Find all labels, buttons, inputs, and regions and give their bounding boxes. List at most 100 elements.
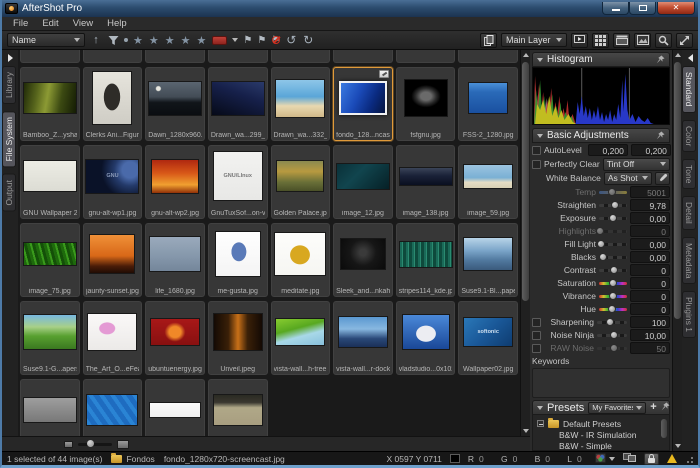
scroll-down-icon[interactable] bbox=[675, 444, 681, 448]
menu-item-help[interactable]: Help bbox=[100, 18, 134, 29]
zoom-icon[interactable] bbox=[655, 33, 672, 48]
presets-header[interactable]: Presets My Favorites + bbox=[532, 400, 670, 415]
tab-standard[interactable]: Standard bbox=[682, 66, 696, 113]
thumbnail-cell[interactable]: jaunty-sunset.jpg bbox=[83, 223, 143, 297]
white-balance-select[interactable]: As Shot bbox=[604, 172, 652, 185]
thumbnail-cell[interactable] bbox=[20, 379, 80, 436]
contrast-slider[interactable] bbox=[599, 269, 627, 272]
thumbnail-cell[interactable]: Suse9.1-Bl...papers.jpg bbox=[458, 223, 518, 297]
hue-slider[interactable] bbox=[599, 308, 627, 311]
blacks-value-field[interactable]: 0,00 bbox=[630, 251, 670, 263]
collapse-folder-icon[interactable] bbox=[537, 420, 544, 427]
exposure-slider[interactable] bbox=[599, 217, 627, 220]
small-thumbnails-icon[interactable] bbox=[64, 441, 73, 448]
straighten-slider[interactable] bbox=[599, 204, 627, 207]
saturation-slider[interactable] bbox=[599, 282, 627, 285]
tab-detail[interactable]: Detail bbox=[682, 196, 696, 230]
pin-icon[interactable] bbox=[661, 402, 670, 414]
fill-light-slider-knob[interactable] bbox=[597, 240, 605, 248]
raw-noise-slider[interactable] bbox=[597, 347, 627, 350]
thumbnail-cell[interactable] bbox=[145, 379, 205, 436]
grid-scrollbar[interactable] bbox=[520, 50, 530, 436]
autolevel-high-field[interactable]: 0,200 bbox=[631, 144, 671, 156]
eyedropper-button[interactable] bbox=[655, 172, 670, 185]
thumbnail-cell[interactable]: fondo_128...ncast.jpg bbox=[333, 67, 393, 141]
thumbnail-cell[interactable] bbox=[271, 50, 331, 63]
vibrance-value-field[interactable]: 0 bbox=[630, 290, 670, 302]
highlights-slider-knob[interactable] bbox=[596, 227, 604, 235]
collapse-section-icon[interactable] bbox=[537, 406, 543, 410]
menu-item-view[interactable]: View bbox=[66, 18, 100, 29]
menu-item-file[interactable]: File bbox=[6, 18, 35, 29]
thumbnail-cell[interactable] bbox=[83, 50, 143, 63]
thumbnail-cell[interactable]: stripes114_kde.jpg bbox=[396, 223, 456, 297]
star-rating-2[interactable]: ★ bbox=[149, 34, 160, 47]
presets-scroll-thumb[interactable] bbox=[661, 419, 667, 438]
close-button[interactable]: ✕ bbox=[657, 2, 695, 15]
thumbnail-cell[interactable] bbox=[396, 50, 456, 63]
tint-select[interactable]: Tint Off bbox=[603, 158, 670, 171]
exposure-value-field[interactable]: 0,00 bbox=[630, 212, 670, 224]
flag-reject-icon[interactable]: ⚑ bbox=[271, 35, 280, 46]
thumbnail-cell[interactable]: Drawn_wa...299_.jpg bbox=[208, 67, 268, 141]
thumbnail-cell[interactable]: Sleek_and...nkahn.jpg bbox=[333, 223, 393, 297]
thumbnail-cell[interactable] bbox=[83, 379, 143, 436]
thumbnail-cell[interactable]: vista-wall...r-dock.jpg bbox=[333, 301, 393, 375]
tab-output[interactable]: Output bbox=[2, 174, 16, 212]
panel-scrollbar[interactable] bbox=[672, 50, 682, 451]
color-label-dropdown-icon[interactable] bbox=[232, 38, 238, 42]
keywords-input[interactable] bbox=[532, 368, 670, 398]
collapse-left-panel-icon[interactable] bbox=[8, 54, 13, 62]
tab-metadata[interactable]: Metadata bbox=[682, 237, 696, 284]
title-bar[interactable]: AfterShot Pro ✕ bbox=[2, 0, 698, 17]
thumbnail-cell[interactable]: Clerks Ani...Figure.jpg bbox=[83, 67, 143, 141]
pin-icon[interactable] bbox=[656, 131, 665, 140]
collapse-section-icon[interactable] bbox=[537, 134, 543, 138]
noise-ninja-slider[interactable] bbox=[597, 334, 627, 337]
blacks-slider[interactable] bbox=[599, 256, 627, 259]
thumbnail-cell[interactable]: vladstudio...0x1024.jpg bbox=[396, 301, 456, 375]
vibrance-slider[interactable] bbox=[599, 295, 627, 298]
thumbnail-cell[interactable]: Dawn_1280x960.jpg bbox=[145, 67, 205, 141]
exposure-slider-knob[interactable] bbox=[609, 214, 617, 222]
thumbnail-cell[interactable]: image_59.jpg bbox=[458, 145, 518, 219]
autolevel-low-field[interactable]: 0,200 bbox=[588, 144, 628, 156]
thumbnail-cell[interactable]: GNU/LInuxGnuTuxSof...on-v1.jpg bbox=[208, 145, 268, 219]
filter-icon[interactable] bbox=[107, 33, 119, 47]
thumbnail-cell[interactable]: gnu-alt-wp2.jpg bbox=[145, 145, 205, 219]
current-folder[interactable]: Fondos bbox=[126, 454, 154, 464]
warning-icon[interactable] bbox=[667, 454, 677, 463]
panel-scroll-thumb[interactable] bbox=[674, 62, 681, 319]
hue-value-field[interactable]: 0 bbox=[630, 303, 670, 315]
straighten-value-field[interactable]: 9,78 bbox=[630, 199, 670, 211]
collapse-section-icon[interactable] bbox=[537, 58, 543, 62]
thumbnail-cell[interactable]: FSS-2_1280.jpg bbox=[458, 67, 518, 141]
thumbnail-size-knob[interactable] bbox=[87, 440, 94, 447]
sharpening-slider-knob[interactable] bbox=[606, 318, 614, 326]
flag-review-icon[interactable]: ⚑ bbox=[257, 35, 266, 46]
thumbnail-cell[interactable]: Suse9.1-G...apers.jpg bbox=[20, 301, 80, 375]
thumbnail-cell[interactable]: GNUgnu-alt-wp1.jpg bbox=[83, 145, 143, 219]
basic-adjustments-header[interactable]: Basic Adjustments bbox=[532, 128, 670, 143]
layer-select[interactable]: Main Layer bbox=[501, 33, 567, 47]
fullscreen-icon[interactable] bbox=[676, 33, 693, 48]
star-rating-4[interactable]: ★ bbox=[181, 34, 192, 47]
slideshow-icon[interactable] bbox=[571, 33, 588, 48]
contrast-slider-knob[interactable] bbox=[610, 266, 618, 274]
thumbnail-cell[interactable] bbox=[208, 379, 268, 436]
sharpening-slider[interactable] bbox=[597, 321, 627, 324]
thumbnail-cell[interactable]: image_12.jpg bbox=[333, 145, 393, 219]
straighten-slider-knob[interactable] bbox=[611, 201, 619, 209]
star-rating-1[interactable]: ★ bbox=[133, 34, 144, 47]
raw-noise-slider-knob[interactable] bbox=[610, 344, 618, 352]
collapse-right-panel-icon[interactable] bbox=[688, 54, 693, 62]
large-thumbnails-icon[interactable] bbox=[117, 440, 129, 449]
thumbnail-cell[interactable] bbox=[458, 50, 518, 63]
grid-scroll-thumb[interactable] bbox=[522, 62, 529, 301]
color-management-dropdown-icon[interactable] bbox=[609, 457, 615, 461]
noise-ninja-checkbox[interactable] bbox=[532, 331, 541, 340]
blacks-slider-knob[interactable] bbox=[599, 253, 607, 261]
thumbnail-size-slider[interactable] bbox=[78, 443, 112, 446]
thumbnail-cell[interactable]: vista-wall...h-tree.jpg bbox=[271, 301, 331, 375]
autolevel-checkbox[interactable] bbox=[532, 146, 541, 155]
